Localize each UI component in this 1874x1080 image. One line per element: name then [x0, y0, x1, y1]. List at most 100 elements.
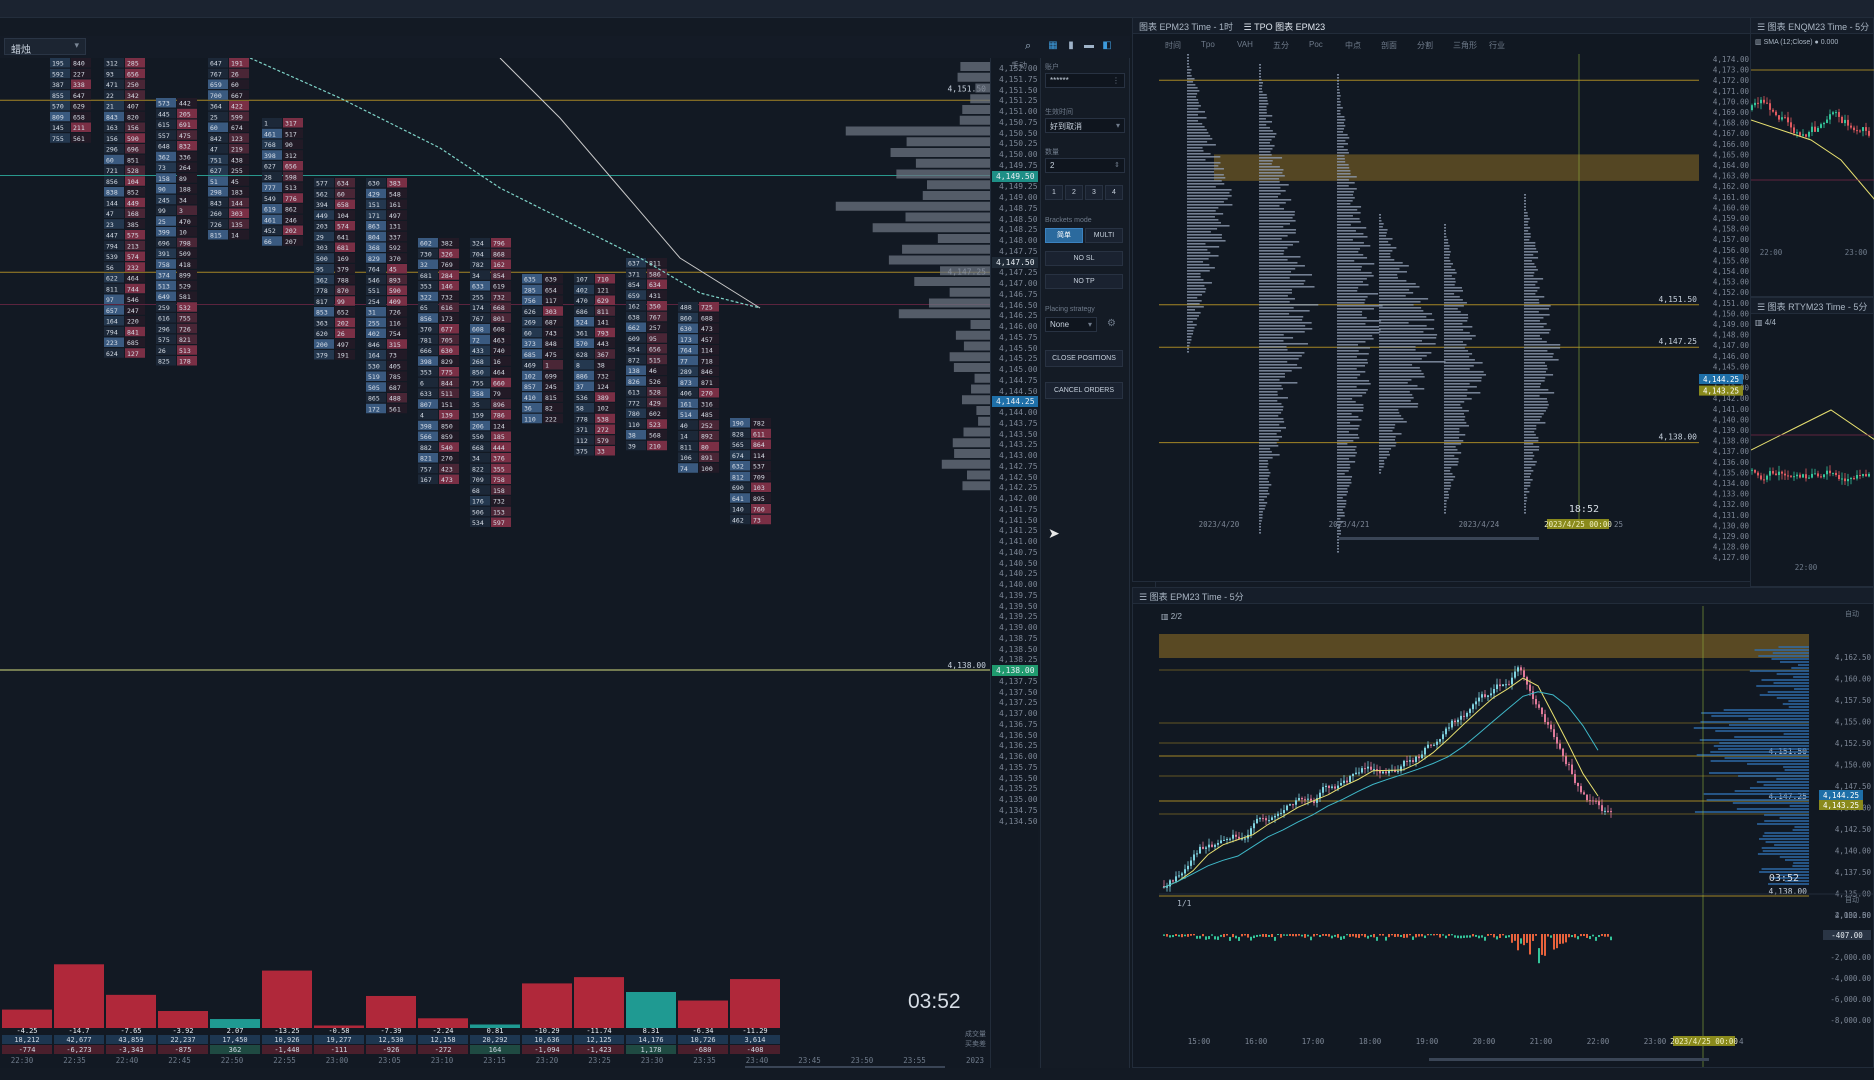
oscillator-bar — [1436, 934, 1438, 936]
tpo-toolbar-item[interactable]: 五分 — [1273, 40, 1289, 51]
es-5m-chart[interactable]: 4,162.504,160.004,157.504,155.004,152.50… — [1159, 606, 1873, 1067]
tpo-row — [1259, 355, 1302, 357]
candle-body — [1427, 744, 1429, 748]
qty-preset-3[interactable]: 3 — [1085, 185, 1103, 200]
price-tick: 4,150.00 — [999, 150, 1038, 159]
volume-profile-bar — [1710, 751, 1809, 753]
tpo-row — [1444, 311, 1461, 313]
oscillator-bar — [1361, 934, 1363, 936]
footprint-column: 630 383429 548151 161171 497863 131804 337368 5… — [366, 178, 407, 414]
tpo-row — [1337, 143, 1348, 145]
bid-volume: 536 — [576, 394, 588, 402]
qty-preset-1[interactable]: 1 — [1045, 185, 1063, 200]
tpo-row — [1337, 206, 1362, 208]
candle-body — [1430, 744, 1432, 746]
candle-body — [1328, 785, 1330, 788]
tab-tpo-epm23[interactable]: ☰ TPO 图表 EPM23 — [1244, 22, 1326, 32]
dom-view-icon[interactable]: ▦ — [1046, 40, 1060, 52]
ask-volume: 586 — [649, 270, 661, 278]
tpo-toolbar-item[interactable]: 时间 — [1165, 40, 1181, 51]
time-tick: 23:50 — [851, 1056, 874, 1065]
tpo-toolbar-item[interactable]: 剖面 — [1381, 40, 1397, 51]
bid-volume: 151 — [368, 201, 380, 209]
tpo-toolbar-item[interactable]: 分割 — [1417, 40, 1433, 51]
tif-select[interactable]: 好到取消 ▾ — [1045, 118, 1125, 133]
bid-volume: 107 — [576, 276, 588, 284]
tpo-row — [1379, 331, 1424, 333]
bid-volume: 627 — [210, 167, 222, 175]
stepper-icon[interactable]: ⇕ — [1114, 161, 1120, 169]
tpo-toolbar-item[interactable]: VAH — [1237, 40, 1253, 49]
time-tick: 22:40 — [116, 1056, 139, 1065]
candle-body — [1754, 469, 1756, 473]
tpo-row — [1337, 443, 1348, 445]
more-icon[interactable]: ⋮ — [1112, 76, 1120, 85]
oscillator-bar — [1250, 936, 1252, 941]
volume-profile-bar — [1761, 679, 1809, 681]
price-axis[interactable]: 手动 4,152.00 4,151.75 4,151.50 4,151.25 4,151… — [990, 58, 1038, 1068]
rty-chart[interactable]: 22:00 — [1751, 330, 1874, 588]
brackets-multi-button[interactable]: MULTI — [1085, 228, 1123, 243]
candle-body — [1553, 729, 1555, 738]
oscillator-bar — [1334, 934, 1336, 937]
oscillator-bar — [1592, 934, 1594, 937]
panel-toggle-icon[interactable]: ◧ — [1100, 40, 1114, 52]
account-field[interactable]: ****** ⋮ — [1045, 73, 1125, 88]
quantity-stepper[interactable]: 2 ⇕ — [1045, 158, 1125, 173]
tpo-row — [1524, 326, 1544, 328]
candle-body — [1808, 132, 1810, 137]
qty-preset-4[interactable]: 4 — [1105, 185, 1123, 200]
bid-volume: 633 — [420, 390, 432, 398]
cancel-orders-button[interactable]: CANCEL ORDERS — [1045, 382, 1123, 399]
bid-volume: 60 — [106, 156, 114, 164]
bid-volume: 60 — [524, 329, 532, 337]
tpo-row — [1379, 442, 1397, 444]
tpo-toolbar-item[interactable]: 中点 — [1345, 40, 1361, 51]
nq-chart[interactable]: 22:00 23:00 — [1751, 50, 1874, 298]
no-sl-button[interactable]: NO SL — [1045, 251, 1123, 266]
oscillator-bar — [1529, 934, 1531, 955]
bid-volume: 29 — [316, 233, 324, 241]
tpo-row — [1187, 96, 1197, 98]
tpo-row — [1444, 413, 1465, 415]
tpo-row — [1337, 410, 1364, 412]
no-tp-button[interactable]: NO TP — [1045, 274, 1123, 289]
ask-volume: 336 — [179, 153, 191, 161]
tpo-row — [1187, 123, 1203, 125]
tpo-row — [1259, 454, 1280, 456]
tpo-row — [1337, 98, 1340, 100]
price-tick: 4,173.00 — [1713, 66, 1750, 75]
tpo-toolbar-item[interactable]: 三角形 — [1453, 40, 1477, 51]
tpo-row — [1337, 134, 1348, 136]
placing-strategy-select[interactable]: None ▾ — [1045, 317, 1097, 332]
tab-epm23-5m[interactable]: 图表 EPM23 Time - 5分 — [1150, 592, 1244, 602]
bar-chart-icon: ▥ — [1755, 39, 1764, 46]
oscillator-bar — [1175, 934, 1177, 936]
tab-enqm23-5m[interactable]: 图表 ENQM23 Time - 5分 — [1768, 22, 1870, 32]
bid-volume: 709 — [472, 476, 484, 484]
ask-volume: 210 — [649, 442, 661, 450]
chart-type-select[interactable]: 蜡烛 ▾ — [4, 38, 86, 56]
bid-volume: 534 — [472, 519, 484, 527]
gear-icon[interactable]: ⚙ — [1107, 318, 1116, 329]
tpo-toolbar-item[interactable]: Tpo — [1201, 40, 1215, 49]
tpo-toolbar-item[interactable]: 行业 — [1489, 40, 1505, 51]
tpo-row — [1187, 126, 1205, 128]
footprint-column: 573 442445 205615 691557 475648 832362 33673 26… — [156, 98, 197, 366]
tab-epm23-1h[interactable]: 图表 EPM23 Time - 1时 — [1139, 22, 1233, 32]
tpo-chart[interactable]: 4,174.004,173.004,172.004,171.004,170.00… — [1159, 54, 1751, 582]
qty-preset-2[interactable]: 2 — [1065, 185, 1083, 200]
tpo-toolbar-item[interactable]: Poc — [1309, 40, 1323, 49]
lock-icon[interactable]: ▮ — [1064, 40, 1078, 52]
search-icon[interactable]: ⌕ — [1025, 40, 1031, 53]
close-positions-button[interactable]: CLOSE POSITIONS — [1045, 350, 1123, 367]
tab-rtym23-5m[interactable]: 图表 RTYM23 Time - 5分 — [1768, 302, 1868, 312]
price-tick: 4,139.00 — [999, 623, 1038, 632]
brackets-single-button[interactable]: 简单 — [1045, 228, 1083, 243]
footprint-chart[interactable]: 4,151.504,147.254,138.001958405922273873… — [0, 58, 990, 1068]
qty-value: 2 — [1050, 161, 1055, 170]
tpo-row — [1337, 119, 1346, 121]
tpo-row — [1337, 209, 1358, 211]
ask-volume: 139 — [441, 412, 453, 420]
layout-icon[interactable]: ▬ — [1082, 40, 1096, 52]
